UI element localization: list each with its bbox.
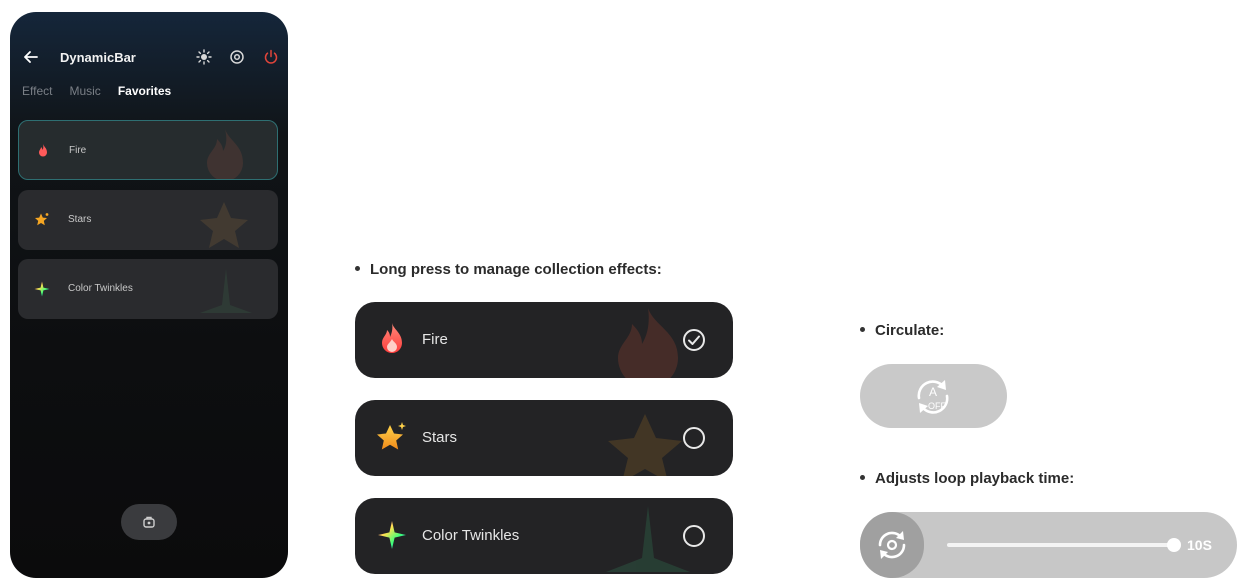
tab-effect[interactable]: Effect: [22, 84, 52, 98]
bullet: [355, 265, 360, 271]
twinkle-watermark-icon: [200, 269, 252, 313]
fire-watermark-icon: [618, 308, 678, 378]
favorite-card-stars[interactable]: Stars: [18, 190, 278, 250]
settings-icon[interactable]: [229, 49, 245, 65]
phone-screen: DynamicBar Effect Music Favorites Fire S…: [10, 12, 288, 578]
tab-bar: Effect Music Favorites: [22, 84, 171, 98]
twinkle-icon: [34, 281, 50, 297]
manage-item-label: Fire: [422, 331, 448, 348]
loop-caption-text: Adjusts loop playback time:: [875, 470, 1075, 487]
tab-music[interactable]: Music: [69, 84, 100, 98]
favorite-label: Color Twinkles: [68, 283, 133, 294]
mode-letter: A: [929, 385, 937, 399]
favorite-card-fire[interactable]: Fire: [18, 120, 278, 180]
fire-icon: [382, 323, 402, 353]
add-favorite-button[interactable]: [121, 504, 177, 540]
circulate-toggle-button[interactable]: A OFF: [860, 364, 1007, 428]
twinkle-icon: [378, 521, 406, 549]
loop-icon-button[interactable]: [860, 512, 924, 578]
back-arrow-icon[interactable]: [24, 50, 38, 64]
unchecked-circle-icon[interactable]: [682, 426, 706, 450]
slider-track[interactable]: [947, 543, 1173, 547]
loop-icon: [878, 531, 906, 559]
manage-item-label: Stars: [422, 429, 458, 446]
unchecked-circle-icon[interactable]: [682, 524, 706, 548]
checked-circle-icon[interactable]: [682, 328, 706, 352]
loop-caption: Adjusts loop playback time:: [860, 470, 1074, 487]
fire-icon: [39, 144, 47, 157]
loop-time-value: 10S: [1187, 537, 1212, 553]
brightness-icon[interactable]: [196, 49, 212, 65]
manage-caption: Long press to manage collection effects:: [355, 261, 662, 278]
bullet: [860, 326, 865, 332]
manage-item-fire[interactable]: Fire: [355, 302, 733, 378]
loop-time-slider[interactable]: 10S: [860, 512, 1237, 578]
star-icon: [377, 422, 406, 450]
tab-favorites[interactable]: Favorites: [118, 84, 171, 98]
circulate-caption: Circulate:: [860, 322, 944, 339]
circulate-caption-text: Circulate:: [875, 322, 945, 339]
manage-item-label: Color Twinkles: [422, 527, 520, 544]
manage-item-stars[interactable]: Stars: [355, 400, 733, 476]
star-watermark-icon: [608, 414, 682, 476]
favorite-card-color-twinkles[interactable]: Color Twinkles: [18, 259, 278, 319]
star-icon: [35, 213, 49, 226]
power-icon[interactable]: [263, 49, 279, 65]
auto-cycle-icon: A OFF: [917, 380, 949, 414]
favorite-label: Stars: [68, 214, 92, 225]
slider-thumb[interactable]: [1167, 538, 1181, 552]
app-title: DynamicBar: [60, 50, 136, 65]
manage-caption-text: Long press to manage collection effects:: [370, 261, 662, 278]
app-header: DynamicBar Effect Music Favorites: [10, 12, 288, 132]
manage-item-color-twinkles[interactable]: Color Twinkles: [355, 498, 733, 574]
favorite-label: Fire: [69, 145, 87, 156]
star-watermark-icon: [200, 202, 248, 248]
bullet: [860, 474, 865, 480]
fire-watermark-icon: [207, 129, 243, 179]
twinkle-watermark-icon: [606, 506, 690, 572]
circulate-state: OFF: [928, 401, 946, 411]
collection-icon: [143, 516, 155, 528]
